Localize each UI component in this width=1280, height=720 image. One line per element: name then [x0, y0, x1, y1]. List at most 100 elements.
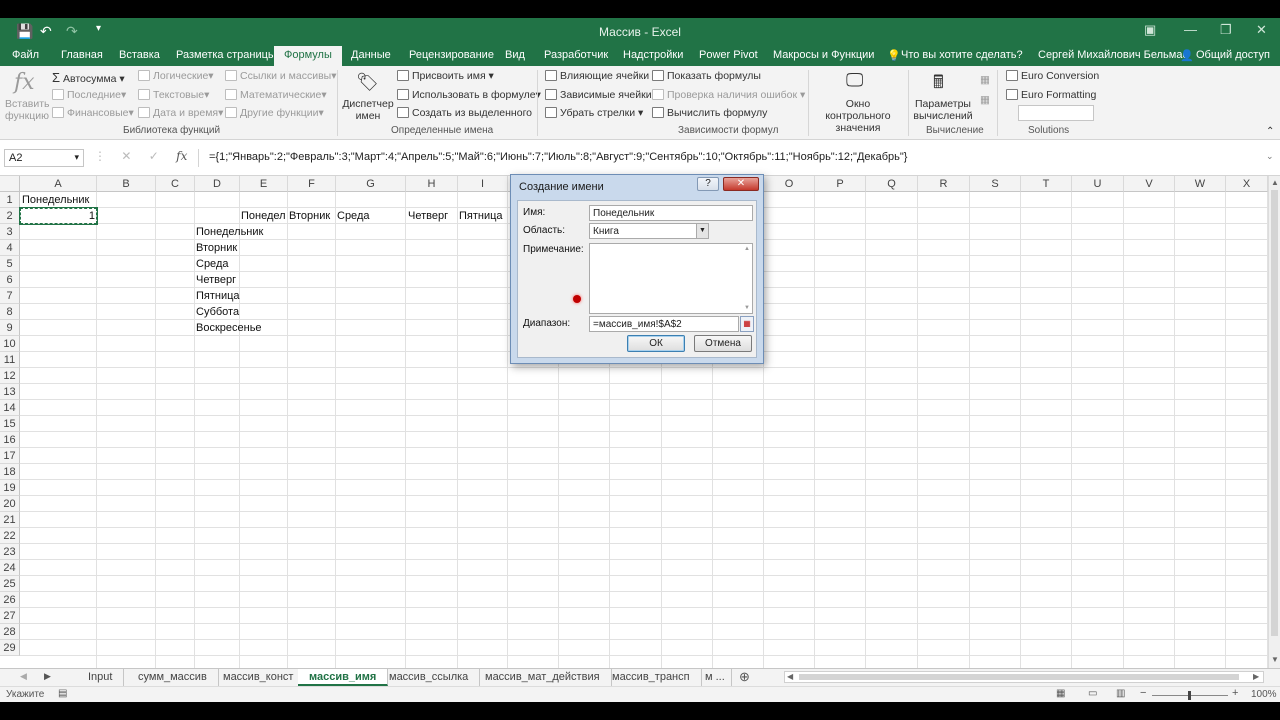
calc-now-icon[interactable]: ▦ — [980, 74, 990, 86]
scroll-right-icon[interactable]: ▶ — [1253, 672, 1259, 681]
calc-sheet-icon[interactable]: ▦ — [980, 94, 990, 106]
comment-textarea[interactable]: ▲ ▼ — [589, 243, 753, 314]
row-header[interactable]: 28 — [0, 624, 20, 640]
column-header[interactable]: C — [156, 176, 195, 192]
row-header[interactable]: 12 — [0, 368, 20, 384]
formula-input[interactable]: ={1;"Январь":2;"Февраль":3;"Март":4;"Апр… — [198, 149, 1274, 167]
financial-button[interactable]: Финансовые▾ — [52, 107, 134, 119]
evaluate-formula-button[interactable]: Вычислить формулу — [652, 107, 767, 119]
row-header[interactable]: 1 — [0, 192, 20, 208]
sheet-tab[interactable]: массив_конст — [212, 669, 306, 686]
close-icon[interactable]: ✕ — [1256, 22, 1267, 38]
cell-e2[interactable]: Понедел — [241, 208, 287, 224]
minimize-icon[interactable]: — — [1184, 22, 1197, 37]
macro-record-icon[interactable]: ▤ — [58, 688, 67, 699]
column-header[interactable]: P — [815, 176, 866, 192]
sheet-tab[interactable]: массив_мат_действия — [474, 669, 612, 686]
row-header[interactable]: 14 — [0, 400, 20, 416]
row-header[interactable]: 4 — [0, 240, 20, 256]
row-header[interactable]: 26 — [0, 592, 20, 608]
row-header[interactable]: 29 — [0, 640, 20, 656]
create-from-selection-button[interactable]: Создать из выделенного — [397, 107, 532, 119]
page-layout-view-icon[interactable]: ▭ — [1088, 688, 1097, 699]
tab-home[interactable]: Главная — [61, 49, 103, 61]
select-all-button[interactable] — [0, 176, 20, 192]
column-header[interactable]: U — [1072, 176, 1124, 192]
zoom-in-icon[interactable]: + — [1232, 687, 1238, 699]
row-header[interactable]: 10 — [0, 336, 20, 352]
row-header[interactable]: 7 — [0, 288, 20, 304]
vertical-scrollbar[interactable]: ▲ ▼ — [1268, 176, 1280, 668]
next-sheet-icon[interactable]: ▶ — [44, 671, 51, 682]
column-header[interactable]: E — [240, 176, 288, 192]
cell-d6[interactable]: Четверг — [196, 272, 236, 288]
scroll-thumb[interactable] — [1271, 190, 1278, 636]
row-header[interactable]: 16 — [0, 432, 20, 448]
row-header[interactable]: 8 — [0, 304, 20, 320]
cell-d8[interactable]: Суббота — [196, 304, 239, 320]
sheet-tab[interactable]: массив_трансп — [601, 669, 702, 686]
remove-arrows-button[interactable]: Убрать стрелки ▾ — [545, 107, 643, 119]
row-header[interactable]: 24 — [0, 560, 20, 576]
cell-a1[interactable]: Понедельник — [22, 192, 89, 208]
cell-a2[interactable]: 1 — [20, 208, 95, 224]
normal-view-icon[interactable]: ▦ — [1056, 688, 1065, 699]
error-checking-button[interactable]: Проверка наличия ошибок ▾ — [652, 89, 805, 101]
tell-me-input[interactable]: Что вы хотите сделать? — [901, 49, 1023, 61]
zoom-out-icon[interactable]: − — [1140, 687, 1146, 699]
cancel-icon[interactable]: ✕ — [121, 149, 131, 163]
chevron-down-icon[interactable]: ▾ — [74, 152, 79, 163]
expand-formula-bar-icon[interactable]: ⌄ — [1266, 151, 1274, 162]
sheet-tab[interactable]: Input — [77, 669, 125, 686]
maximize-icon[interactable]: ❐ — [1220, 22, 1232, 38]
row-header[interactable]: 18 — [0, 464, 20, 480]
trace-dependents-button[interactable]: Зависимые ячейки — [545, 89, 652, 101]
row-header[interactable]: 19 — [0, 480, 20, 496]
ribbon-display-icon[interactable]: ▣ — [1144, 22, 1156, 38]
user-name[interactable]: Сергей Михайлович Бельмас — [1038, 49, 1188, 61]
tab-view[interactable]: Вид — [505, 49, 525, 61]
row-header[interactable]: 15 — [0, 416, 20, 432]
row-header[interactable]: 13 — [0, 384, 20, 400]
lookup-button[interactable]: Ссылки и массивы▾ — [225, 70, 337, 82]
more-functions-button[interactable]: Другие функции▾ — [225, 107, 324, 119]
column-header[interactable]: O — [764, 176, 815, 192]
chevron-down-icon[interactable]: ▼ — [696, 224, 708, 238]
insert-function-button[interactable]: Вставить функцию — [5, 98, 50, 122]
page-break-view-icon[interactable]: ▥ — [1116, 688, 1125, 699]
cell-d7[interactable]: Пятница — [196, 288, 240, 304]
euro-formatting-button[interactable]: Euro Formatting — [1006, 89, 1096, 101]
column-header[interactable]: H — [406, 176, 458, 192]
text-functions-button[interactable]: Текстовые▾ — [138, 89, 209, 101]
trace-precedents-button[interactable]: Влияющие ячейки — [545, 70, 649, 82]
sheet-tab[interactable]: сумм_массив — [127, 669, 219, 686]
column-header[interactable]: T — [1021, 176, 1072, 192]
zoom-slider-thumb[interactable] — [1188, 691, 1191, 700]
column-header[interactable]: D — [195, 176, 240, 192]
cell-d4[interactable]: Вторник — [196, 240, 237, 256]
column-header[interactable]: Q — [866, 176, 918, 192]
tab-insert[interactable]: Вставка — [119, 49, 160, 61]
row-header[interactable]: 2 — [0, 208, 20, 224]
collapse-ribbon-icon[interactable]: ⌃ — [1266, 126, 1274, 137]
scope-select[interactable]: Книга ▼ — [589, 223, 709, 239]
tab-macros[interactable]: Макросы и Функции — [773, 49, 874, 61]
column-header[interactable]: S — [970, 176, 1021, 192]
cell-d9[interactable]: Воскресенье — [196, 320, 262, 336]
scroll-up-icon[interactable]: ▲ — [744, 246, 750, 252]
column-header[interactable]: X — [1226, 176, 1268, 192]
enter-icon[interactable]: ✓ — [149, 149, 159, 163]
column-header[interactable]: W — [1175, 176, 1226, 192]
cell-d3[interactable]: Понедельник — [196, 224, 263, 240]
column-header[interactable]: I — [458, 176, 508, 192]
help-button[interactable]: ? — [697, 177, 719, 191]
name-manager-button[interactable]: Диспетчер имен — [342, 98, 394, 122]
row-header[interactable]: 21 — [0, 512, 20, 528]
show-formulas-button[interactable]: Показать формулы — [652, 70, 761, 82]
autosum-button[interactable]: Σ Автосумма ▾ — [52, 70, 125, 85]
row-header[interactable]: 22 — [0, 528, 20, 544]
ok-button[interactable]: ОК — [627, 335, 685, 352]
tab-developer[interactable]: Разработчик — [544, 49, 608, 61]
horizontal-scrollbar[interactable]: ◀ ▶ — [784, 671, 1264, 683]
tab-formulas[interactable]: Формулы — [274, 46, 342, 66]
